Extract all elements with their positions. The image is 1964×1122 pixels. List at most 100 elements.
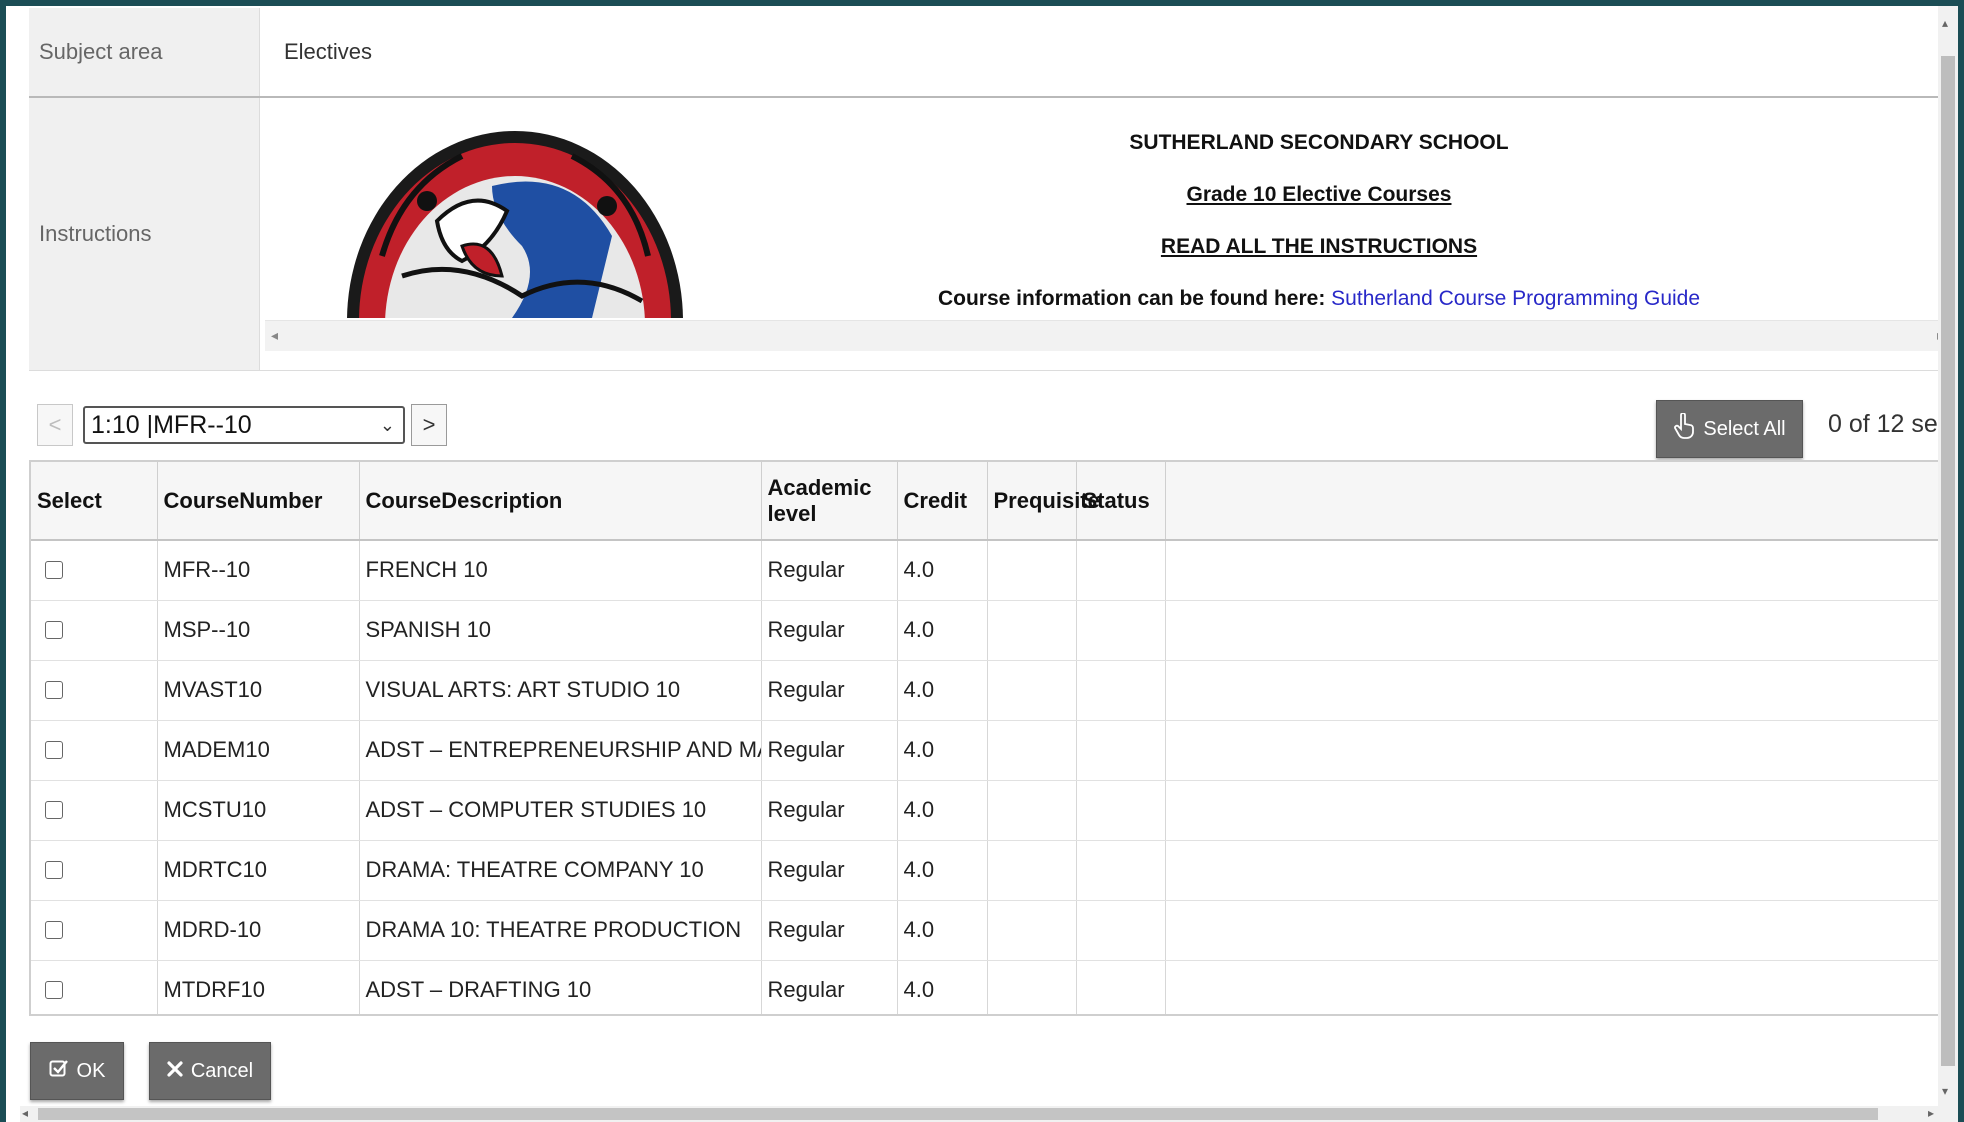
subject-area-value: Electives [284, 39, 373, 64]
check-square-icon [49, 1058, 69, 1084]
prerequisite-cell [987, 600, 1077, 661]
course-description-cell: DRAMA: THEATRE COMPANY 10 [359, 840, 762, 901]
row-checkbox[interactable] [45, 981, 63, 999]
filler-cell [1165, 900, 1957, 961]
course-guide-link[interactable]: Sutherland Course Programming Guide [1331, 287, 1700, 310]
table-row[interactable]: MSP--10 SPANISH 10 Regular 4.0 [31, 600, 1957, 661]
status-cell [1076, 780, 1166, 841]
scroll-left-icon[interactable]: ◂ [22, 1106, 28, 1120]
scroll-left-icon[interactable]: ◂ [271, 327, 278, 344]
column-header-course-number[interactable]: CourseNumber [157, 462, 360, 541]
credit-cell: 4.0 [897, 540, 988, 601]
vertical-scrollbar[interactable]: ▴ ▾ [1938, 6, 1958, 1106]
read-instructions-notice: READ ALL THE INSTRUCTIONS [1160, 235, 1478, 258]
column-header-filler [1165, 462, 1957, 541]
row-checkbox[interactable] [45, 621, 63, 639]
next-page-button[interactable]: > [411, 404, 447, 446]
academic-level-cell: Regular [761, 660, 898, 721]
cancel-label: Cancel [190, 1059, 254, 1082]
cancel-button[interactable]: Cancel [149, 1042, 271, 1100]
scroll-down-icon[interactable]: ▾ [1942, 1084, 1948, 1098]
table-header-row: Select CourseNumber CourseDescription Ac… [31, 462, 1957, 541]
course-description-cell: SPANISH 10 [359, 600, 762, 661]
academic-level-cell: Regular [761, 720, 898, 781]
credit-cell: 4.0 [897, 660, 988, 721]
course-number-cell: MDRD-10 [157, 900, 360, 961]
column-header-course-description[interactable]: CourseDescription [359, 462, 762, 541]
school-logo [342, 126, 688, 318]
credit-cell: 4.0 [897, 600, 988, 661]
scroll-right-icon[interactable]: ▸ [1928, 1106, 1934, 1120]
column-header-status[interactable]: Status [1076, 462, 1166, 541]
row-checkbox[interactable] [45, 861, 63, 879]
prerequisite-cell [987, 960, 1077, 1014]
course-number-cell: MSP--10 [157, 600, 360, 661]
chevron-down-icon: ⌄ [379, 415, 395, 435]
table-row[interactable]: MDRTC10 DRAMA: THEATRE COMPANY 10 Regula… [31, 840, 1957, 901]
select-cell [31, 540, 158, 601]
row-checkbox[interactable] [45, 921, 63, 939]
row-checkbox[interactable] [45, 801, 63, 819]
instructions-horizontal-scrollbar[interactable]: ◂ ▸ [265, 320, 1950, 351]
vertical-scroll-thumb[interactable] [1941, 56, 1955, 1066]
ok-button[interactable]: OK [30, 1042, 124, 1100]
table-row[interactable]: MADEM10 ADST – ENTREPRENEURSHIP AND MARK… [31, 720, 1957, 781]
column-header-academic-level[interactable]: Academic level [761, 462, 898, 541]
instructions-row: Instructions SUTHERLAND SECONDARY SCHOOL… [29, 98, 1958, 371]
select-cell [31, 660, 158, 721]
table-row[interactable]: MTDRF10 ADST – DRAFTING 10 Regular 4.0 [31, 960, 1957, 1014]
credit-cell: 4.0 [897, 840, 988, 901]
school-name: SUTHERLAND SECONDARY SCHOOL [1129, 131, 1509, 154]
status-cell [1076, 600, 1166, 661]
subject-area-label: Subject area [29, 8, 260, 96]
credit-cell: 4.0 [897, 720, 988, 781]
column-header-prequisite[interactable]: Prequisite [987, 462, 1100, 541]
select-cell [31, 960, 158, 1014]
course-description-cell: FRENCH 10 [359, 540, 762, 601]
horizontal-scroll-thumb[interactable] [38, 1108, 1878, 1120]
table-row[interactable]: MDRD-10 DRAMA 10: THEATRE PRODUCTION Reg… [31, 900, 1957, 961]
instructions-content: SUTHERLAND SECONDARY SCHOOL Grade 10 Ele… [259, 98, 1958, 370]
table-row[interactable]: MFR--10 FRENCH 10 Regular 4.0 [31, 540, 1957, 601]
course-description-cell: ADST – ENTREPRENEURSHIP AND MARKETING 10 [359, 720, 762, 781]
select-all-label: Select All [1703, 417, 1786, 440]
row-checkbox[interactable] [45, 681, 63, 699]
table-row[interactable]: MCSTU10 ADST – COMPUTER STUDIES 10 Regul… [31, 780, 1957, 841]
status-cell [1076, 900, 1166, 961]
select-cell [31, 720, 158, 781]
table-toolbar: < 1:10 |MFR--10 ⌄ > Select All 0 of 12 s… [31, 400, 1958, 458]
prerequisite-cell [987, 720, 1077, 781]
status-cell [1076, 720, 1166, 781]
academic-level-cell: Regular [761, 600, 898, 661]
previous-page-button[interactable]: < [37, 404, 73, 446]
course-description-cell: ADST – DRAFTING 10 [359, 960, 762, 1014]
credit-cell: 4.0 [897, 900, 988, 961]
course-description-cell: ADST – COMPUTER STUDIES 10 [359, 780, 762, 841]
row-checkbox[interactable] [45, 741, 63, 759]
page-selector[interactable]: 1:10 |MFR--10 ⌄ [83, 406, 405, 444]
courses-table: Select CourseNumber CourseDescription Ac… [29, 460, 1958, 1016]
filler-cell [1165, 840, 1957, 901]
credit-cell: 4.0 [897, 960, 988, 1014]
row-checkbox[interactable] [45, 561, 63, 580]
table-row[interactable]: MVAST10 VISUAL ARTS: ART STUDIO 10 Regul… [31, 660, 1957, 721]
credit-cell: 4.0 [897, 780, 988, 841]
course-number-cell: MTDRF10 [157, 960, 360, 1014]
subject-area-row: Subject area Electives [29, 8, 1958, 98]
filler-cell [1165, 960, 1957, 1014]
select-cell [31, 600, 158, 661]
course-description-cell: DRAMA 10: THEATRE PRODUCTION [359, 900, 762, 961]
scroll-up-icon[interactable]: ▴ [1942, 16, 1948, 30]
column-header-select[interactable]: Select [31, 462, 158, 541]
filler-cell [1165, 720, 1957, 781]
filler-cell [1165, 600, 1957, 661]
column-header-credit[interactable]: Credit [897, 462, 988, 541]
select-all-button[interactable]: Select All [1656, 400, 1803, 458]
page-selector-value: 1:10 |MFR--10 [91, 411, 252, 439]
horizontal-scrollbar[interactable]: ◂ ▸ [20, 1106, 1958, 1122]
academic-level-cell: Regular [761, 540, 898, 601]
filler-cell [1165, 660, 1957, 721]
course-number-cell: MFR--10 [157, 540, 360, 601]
course-info-text: Course information can be found here: [937, 287, 1326, 310]
prerequisite-cell [987, 660, 1077, 721]
